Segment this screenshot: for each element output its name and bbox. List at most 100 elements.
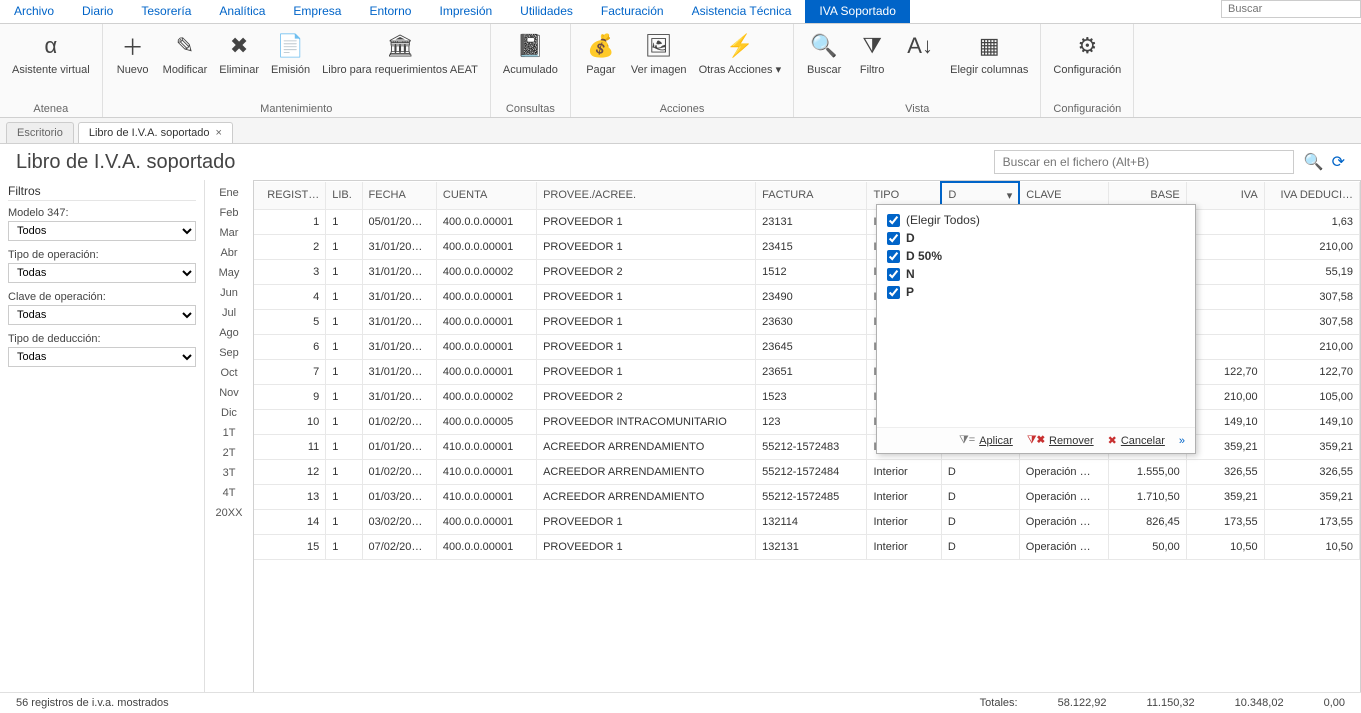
- ribbon-btn-pagar[interactable]: 💰Pagar: [579, 28, 623, 103]
- month-20xx[interactable]: 20XX: [212, 506, 247, 520]
- menu-utilidades[interactable]: Utilidades: [506, 0, 587, 23]
- month-oct[interactable]: Oct: [216, 366, 241, 380]
- ribbon-btn-a-[interactable]: A↓: [898, 28, 942, 103]
- ribbon-btn-ver-imagen[interactable]: 🖼Ver imagen: [627, 28, 691, 103]
- doc-tab[interactable]: Escritorio: [6, 122, 74, 143]
- cell-fecha: 01/03/20…: [362, 484, 436, 509]
- record-count: 56 registros de i.v.a. mostrados: [16, 697, 169, 709]
- cell-d: D: [941, 509, 1019, 534]
- month-feb[interactable]: Feb: [216, 206, 243, 220]
- menu-iva-soportado[interactable]: IVA Soportado: [805, 0, 910, 23]
- filter-cancel-button[interactable]: ✖ Cancelar: [1108, 434, 1165, 447]
- cell-lib: 1: [326, 434, 362, 459]
- filter-select[interactable]: Todas: [8, 263, 196, 283]
- col-iva[interactable]: IVA: [1186, 182, 1264, 209]
- col-iva-deduci-[interactable]: IVA DEDUCI…: [1264, 182, 1359, 209]
- totals-label: Totales:: [980, 697, 1018, 709]
- table-row[interactable]: 12101/02/20…410.0.0.00001ACREEDOR ARREND…: [254, 459, 1360, 484]
- col-fecha[interactable]: FECHA: [362, 182, 436, 209]
- ribbon-btn-filtro[interactable]: ⧩Filtro: [850, 28, 894, 103]
- month-2t[interactable]: 2T: [219, 446, 240, 460]
- ribbon: αAsistente virtualAtenea＋Nuevo✎Modificar…: [0, 24, 1361, 118]
- cell-reg: 15: [254, 534, 326, 559]
- ribbon-btn-asistente-virtual[interactable]: αAsistente virtual: [8, 28, 94, 103]
- col-cuenta[interactable]: CUENTA: [436, 182, 536, 209]
- month-4t[interactable]: 4T: [219, 486, 240, 500]
- refresh-icon[interactable]: ⟳: [1332, 152, 1345, 172]
- doc-tab[interactable]: Libro de I.V.A. soportado×: [78, 122, 233, 143]
- ribbon-btn-acumulado[interactable]: 📓Acumulado: [499, 28, 562, 103]
- filter-more-icon[interactable]: »: [1179, 435, 1185, 447]
- month-dic[interactable]: Dic: [217, 406, 241, 420]
- cell-fecha: 01/01/20…: [362, 434, 436, 459]
- month-ene[interactable]: Ene: [215, 186, 243, 200]
- month-mar[interactable]: Mar: [216, 226, 243, 240]
- ribbon-btn-modificar[interactable]: ✎Modificar: [159, 28, 212, 103]
- month-abr[interactable]: Abr: [216, 246, 241, 260]
- month-ago[interactable]: Ago: [215, 326, 243, 340]
- ribbon-btn-eliminar[interactable]: ✖Eliminar: [215, 28, 263, 103]
- search-icon[interactable]: 🔍: [1304, 152, 1324, 172]
- col-provee-acree-[interactable]: PROVEE./ACREE.: [537, 182, 756, 209]
- global-search-input[interactable]: [1221, 0, 1361, 18]
- ribbon-btn-configuraci-n[interactable]: ⚙Configuración: [1049, 28, 1125, 103]
- col-regist-[interactable]: REGIST…: [254, 182, 326, 209]
- menu-entorno[interactable]: Entorno: [355, 0, 425, 23]
- ribbon-btn-nuevo[interactable]: ＋Nuevo: [111, 28, 155, 103]
- filter-select[interactable]: Todas: [8, 305, 196, 325]
- filter-option[interactable]: (Elegir Todos): [887, 211, 1185, 229]
- file-search-input[interactable]: [994, 150, 1294, 174]
- filter-option[interactable]: D: [887, 229, 1185, 247]
- month-nov[interactable]: Nov: [215, 386, 243, 400]
- month-may[interactable]: May: [215, 266, 244, 280]
- filter-select[interactable]: Todas: [8, 347, 196, 367]
- cell-factura: 23490: [756, 284, 867, 309]
- ribbon-btn-emisi-n[interactable]: 📄Emisión: [267, 28, 314, 103]
- ribbon-btn-buscar[interactable]: 🔍Buscar: [802, 28, 846, 103]
- table-row[interactable]: 14103/02/20…400.0.0.00001PROVEEDOR 11321…: [254, 509, 1360, 534]
- filters-fields: Modelo 347:TodosTipo de operación:TodasC…: [8, 207, 196, 367]
- ribbon-btn-otras-acciones-[interactable]: ⚡Otras Acciones ▾: [695, 28, 786, 103]
- menu-facturación[interactable]: Facturación: [587, 0, 678, 23]
- month-1t[interactable]: 1T: [219, 426, 240, 440]
- column-filter-dropdown[interactable]: (Elegir Todos)DD 50%NP ⧩= Aplicar ⧩✖ Rem…: [876, 204, 1196, 454]
- ribbon-btn-elegir-columnas[interactable]: ▦Elegir columnas: [946, 28, 1032, 103]
- cell-cuenta: 410.0.0.00001: [436, 484, 536, 509]
- table-row[interactable]: 13101/03/20…410.0.0.00001ACREEDOR ARREND…: [254, 484, 1360, 509]
- month-jul[interactable]: Jul: [218, 306, 240, 320]
- ribbon-label: Pagar: [586, 64, 615, 76]
- close-icon[interactable]: ×: [216, 127, 222, 139]
- col-factura[interactable]: FACTURA: [756, 182, 867, 209]
- filter-remove-button[interactable]: ⧩✖ Remover: [1027, 434, 1094, 447]
- filter-select[interactable]: Todos: [8, 221, 196, 241]
- cell-fecha: 31/01/20…: [362, 359, 436, 384]
- month-3t[interactable]: 3T: [219, 466, 240, 480]
- filter-checkbox[interactable]: [887, 214, 900, 227]
- filter-apply-button[interactable]: ⧩= Aplicar: [959, 434, 1013, 447]
- menu-empresa[interactable]: Empresa: [279, 0, 355, 23]
- menu-analítica[interactable]: Analítica: [205, 0, 279, 23]
- menu-archivo[interactable]: Archivo: [0, 0, 68, 23]
- ribbon-label: Filtro: [860, 64, 884, 76]
- filter-checkbox[interactable]: [887, 232, 900, 245]
- menu-tesorería[interactable]: Tesorería: [127, 0, 205, 23]
- filter-checkbox[interactable]: [887, 286, 900, 299]
- col-lib-[interactable]: LIB.: [326, 182, 362, 209]
- filter-option[interactable]: N: [887, 265, 1185, 283]
- ribbon-btn-libro-para-requerimientos-aeat[interactable]: 🏛Libro para requerimientos AEAT: [318, 28, 482, 103]
- menu-asistencia-técnica[interactable]: Asistencia Técnica: [678, 0, 806, 23]
- menu-diario[interactable]: Diario: [68, 0, 127, 23]
- cell-factura: 55212-1572484: [756, 459, 867, 484]
- cell-lib: 1: [326, 209, 362, 234]
- filter-checkbox[interactable]: [887, 250, 900, 263]
- menu-impresión[interactable]: Impresión: [425, 0, 506, 23]
- filter-field: Clave de operación:Todas: [8, 291, 196, 325]
- cell-prov: PROVEEDOR 1: [537, 309, 756, 334]
- month-sep[interactable]: Sep: [215, 346, 243, 360]
- filter-checkbox[interactable]: [887, 268, 900, 281]
- filter-option[interactable]: P: [887, 283, 1185, 301]
- filter-option[interactable]: D 50%: [887, 247, 1185, 265]
- table-row[interactable]: 15107/02/20…400.0.0.00001PROVEEDOR 11321…: [254, 534, 1360, 559]
- month-jun[interactable]: Jun: [216, 286, 242, 300]
- cell-ivad: 359,21: [1264, 434, 1359, 459]
